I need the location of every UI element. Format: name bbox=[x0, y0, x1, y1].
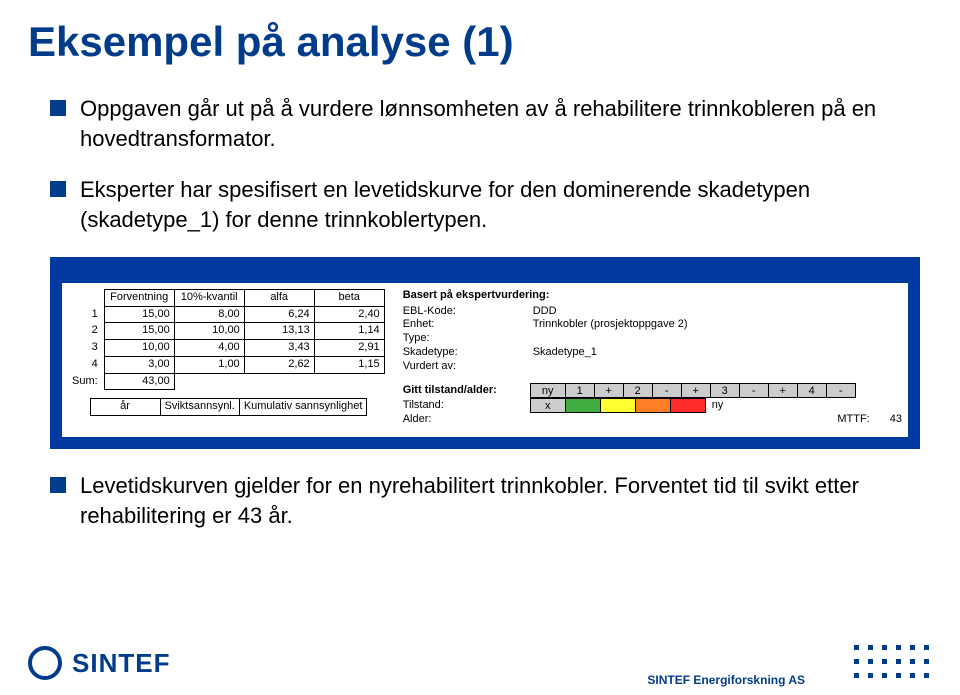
gitt-label: Gitt tilstand/alder: bbox=[403, 384, 531, 398]
bottom-cell: år bbox=[90, 399, 160, 416]
table-row: 1 15,00 8,00 6,24 2,40 bbox=[68, 306, 384, 323]
color-yellow-icon bbox=[600, 398, 636, 413]
info-label: Type: bbox=[403, 332, 533, 346]
gitt-cell: 3 bbox=[710, 383, 740, 398]
cell: 10,00 bbox=[174, 323, 244, 340]
bottom-cell: Kumulativ sannsynlighet bbox=[239, 399, 367, 416]
row-label: 3 bbox=[68, 340, 104, 357]
color-red-icon bbox=[670, 398, 706, 413]
bullet-item: Oppgaven går ut på å vurdere lønnsomhete… bbox=[50, 94, 920, 153]
col-header: alfa bbox=[244, 289, 314, 306]
color-orange-icon bbox=[635, 398, 671, 413]
gitt-cell: + bbox=[594, 383, 624, 398]
mttf-value: 43 bbox=[890, 413, 902, 427]
gitt-cell: - bbox=[652, 383, 682, 398]
alder-row: Alder: MTTF: 43 bbox=[403, 413, 902, 427]
gitt-cells: 1 + 2 - + 3 - + 4 - bbox=[566, 383, 856, 398]
bullet-item: Eksperter har spesifisert en levetidskur… bbox=[50, 175, 920, 234]
gitt-cell: 4 bbox=[797, 383, 827, 398]
cell: 13,13 bbox=[244, 323, 314, 340]
cell: 2,62 bbox=[244, 356, 314, 373]
bullet-icon bbox=[50, 477, 66, 493]
row-label: Sum: bbox=[68, 373, 104, 390]
dots-icon bbox=[854, 645, 932, 681]
bullet-text: Eksperter har spesifisert en levetidskur… bbox=[80, 175, 920, 234]
lifetime-table: Forventning 10%-kvantil alfa beta 1 15,0… bbox=[68, 289, 385, 391]
table-row: 3 10,00 4,00 3,43 2,91 bbox=[68, 340, 384, 357]
cell: 10,00 bbox=[104, 340, 174, 357]
gitt-cell: - bbox=[739, 383, 769, 398]
info-label: Enhet: bbox=[403, 318, 533, 332]
row-label: 4 bbox=[68, 356, 104, 373]
cell: 1,14 bbox=[314, 323, 384, 340]
info-label: Skadetype: bbox=[403, 346, 533, 360]
gitt-cell: 2 bbox=[623, 383, 653, 398]
tilstand-label: Tilstand: bbox=[403, 399, 531, 413]
col-header: 10%-kvantil bbox=[174, 289, 244, 306]
brand-block: SINTEF bbox=[28, 646, 170, 680]
info-label: EBL-Kode: bbox=[403, 305, 533, 319]
cell: 2,40 bbox=[314, 306, 384, 323]
gitt-cell: 1 bbox=[565, 383, 595, 398]
right-heading: Basert på ekspertvurdering: bbox=[403, 289, 902, 303]
info-value: Skadetype_1 bbox=[533, 346, 597, 360]
page-title: Eksempel på analyse (1) bbox=[0, 0, 960, 66]
table-whitebox: Forventning 10%-kvantil alfa beta 1 15,0… bbox=[62, 283, 908, 437]
alder-label: Alder: bbox=[403, 413, 533, 427]
cell: 4,00 bbox=[174, 340, 244, 357]
table-panel: Forventning 10%-kvantil alfa beta 1 15,0… bbox=[50, 257, 920, 449]
gitt-cell: + bbox=[768, 383, 798, 398]
col-header: Forventning bbox=[104, 289, 174, 306]
slide: Eksempel på analyse (1) Oppgaven går ut … bbox=[0, 0, 960, 695]
cell: 1,15 bbox=[314, 356, 384, 373]
table-row: 2 15,00 10,00 13,13 1,14 bbox=[68, 323, 384, 340]
info-value: Trinnkobler (prosjektoppgave 2) bbox=[533, 318, 688, 332]
bullet-item: Levetidskurven gjelder for en nyrehabili… bbox=[50, 471, 920, 530]
bottom-cell: Sviktsannsynl. bbox=[160, 399, 239, 416]
cell: 1,00 bbox=[174, 356, 244, 373]
row-label: 2 bbox=[68, 323, 104, 340]
cell: 15,00 bbox=[104, 306, 174, 323]
right-info-block: Basert på ekspertvurdering: EBL-Kode:DDD… bbox=[403, 289, 902, 427]
bottom-labels: år Sviktsannsynl. Kumulativ sannsynlighe… bbox=[68, 398, 367, 416]
gitt-first: ny bbox=[530, 383, 566, 398]
cell: 43,00 bbox=[104, 373, 174, 390]
bullet-icon bbox=[50, 181, 66, 197]
gitt-cell: + bbox=[681, 383, 711, 398]
table-row: 4 3,00 1,00 2,62 1,15 bbox=[68, 356, 384, 373]
gitt-cell: - bbox=[826, 383, 856, 398]
cell: 8,00 bbox=[174, 306, 244, 323]
bullet-text: Oppgaven går ut på å vurdere lønnsomhete… bbox=[80, 94, 920, 153]
info-value: DDD bbox=[533, 305, 557, 319]
cell: 15,00 bbox=[104, 323, 174, 340]
tilstand-x: x bbox=[530, 398, 566, 413]
row-label: 1 bbox=[68, 306, 104, 323]
cell: 2,91 bbox=[314, 340, 384, 357]
tilstand-ny: ny bbox=[712, 399, 724, 413]
bullet-text: Levetidskurven gjelder for en nyrehabili… bbox=[80, 471, 920, 530]
col-header: beta bbox=[314, 289, 384, 306]
color-green-icon bbox=[565, 398, 601, 413]
cell: 3,00 bbox=[104, 356, 174, 373]
tilstand-row: Tilstand: x ny bbox=[403, 398, 902, 413]
cell: 3,43 bbox=[244, 340, 314, 357]
footer: SINTEF bbox=[0, 631, 960, 695]
mttf-label: MTTF: bbox=[837, 413, 869, 427]
content-area: Oppgaven går ut på å vurdere lønnsomhete… bbox=[0, 66, 960, 530]
info-label: Vurdert av: bbox=[403, 360, 533, 374]
table-row: Sum: 43,00 bbox=[68, 373, 384, 390]
bullet-icon bbox=[50, 100, 66, 116]
left-table-block: Forventning 10%-kvantil alfa beta 1 15,0… bbox=[68, 289, 385, 427]
cell: 6,24 bbox=[244, 306, 314, 323]
brand-text: SINTEF bbox=[72, 648, 170, 679]
logo-ring-icon bbox=[28, 646, 62, 680]
gitt-row: Gitt tilstand/alder: ny 1 + 2 - + 3 - + bbox=[403, 383, 902, 398]
